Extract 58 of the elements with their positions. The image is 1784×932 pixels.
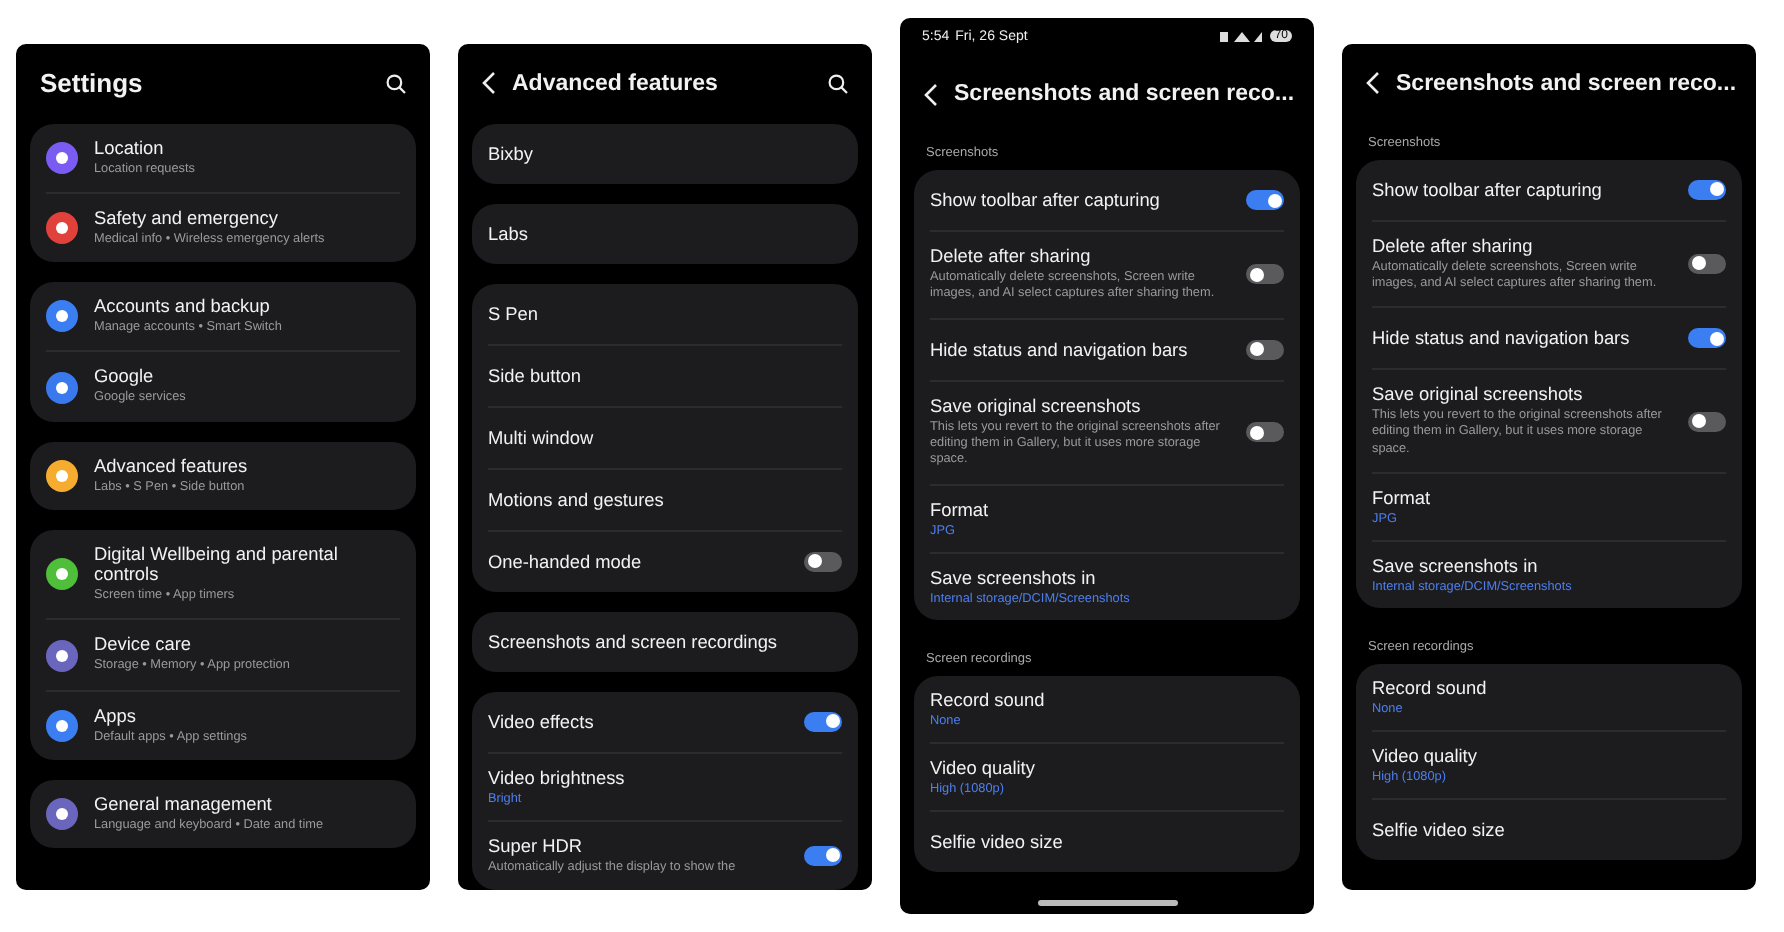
item-title[interactable]: General management: [94, 794, 400, 815]
toggle-switch[interactable]: [1246, 190, 1284, 210]
item-title[interactable]: Digital Wellbeing and parental controls: [94, 544, 400, 585]
toggle-switch[interactable]: [804, 711, 842, 731]
toggle-switch[interactable]: [804, 845, 842, 866]
item-title[interactable]: Delete after sharing: [930, 246, 1230, 266]
item-title[interactable]: Selfie video size: [930, 831, 1284, 852]
back-icon[interactable]: [482, 72, 496, 94]
item-title[interactable]: Multi window: [488, 427, 842, 447]
item-title[interactable]: Super HDR: [488, 835, 788, 855]
toggle-switch[interactable]: [1688, 328, 1726, 349]
toggle-switch[interactable]: [1688, 253, 1726, 274]
item-title[interactable]: Video quality: [930, 757, 1284, 778]
toggle-switch[interactable]: [1688, 179, 1726, 199]
item-title[interactable]: Side button: [488, 365, 842, 385]
item-title[interactable]: Motions and gestures: [488, 489, 842, 509]
item-title[interactable]: Safety and emergency: [94, 207, 400, 228]
item-title[interactable]: Screenshots and screen recordings: [488, 631, 842, 651]
item-title[interactable]: Format: [930, 499, 1284, 520]
item-title[interactable]: Record sound: [930, 689, 1284, 710]
item-title[interactable]: Save original screenshots: [1372, 384, 1672, 405]
item-title[interactable]: Record sound: [1372, 678, 1726, 699]
item-title[interactable]: Video brightness: [488, 767, 842, 787]
toggle-switch[interactable]: [804, 551, 842, 571]
back-icon[interactable]: [1366, 72, 1380, 94]
toggle-switch[interactable]: [1246, 264, 1284, 285]
item-title[interactable]: Save screenshots in: [1372, 556, 1726, 577]
item-title[interactable]: Show toolbar after capturing: [1372, 179, 1672, 199]
item-title[interactable]: Show toolbar after capturing: [930, 190, 1230, 210]
item-title[interactable]: Hide status and navigation bars: [1372, 328, 1672, 349]
item-title[interactable]: Video effects: [488, 711, 788, 731]
item-title[interactable]: Video quality: [1372, 746, 1726, 767]
search-icon[interactable]: [386, 73, 406, 93]
item-title[interactable]: Labs: [488, 223, 842, 243]
page-title: Settings: [40, 68, 145, 98]
item-title[interactable]: Location: [94, 137, 400, 157]
item-title[interactable]: Accounts and backup: [94, 296, 400, 317]
item-title[interactable]: Format: [1372, 488, 1726, 509]
item-title[interactable]: Bixby: [488, 143, 842, 163]
toggle-switch[interactable]: [1688, 411, 1726, 432]
back-icon[interactable]: [924, 83, 938, 105]
item-title[interactable]: S Pen: [488, 303, 842, 323]
item-title[interactable]: Delete after sharing: [1372, 235, 1672, 255]
item-title[interactable]: Google: [94, 366, 400, 387]
page-title: Advanced features: [512, 71, 720, 95]
page-title: Screenshots and screen reco...: [1396, 71, 1737, 95]
toggle-switch[interactable]: [1246, 422, 1284, 443]
item-title[interactable]: Save original screenshots: [930, 395, 1230, 416]
page-title: Screenshots and screen reco...: [954, 82, 1295, 106]
toggle-switch[interactable]: [1246, 339, 1284, 360]
item-title[interactable]: Hide status and navigation bars: [930, 339, 1230, 360]
item-title[interactable]: Selfie video size: [1372, 820, 1726, 841]
item-title[interactable]: One-handed mode: [488, 551, 788, 571]
search-icon[interactable]: [828, 73, 848, 93]
item-title[interactable]: Device care: [94, 634, 400, 655]
item-title[interactable]: Advanced features: [94, 455, 400, 476]
item-title[interactable]: Save screenshots in: [930, 567, 1284, 588]
item-title[interactable]: Apps: [94, 705, 400, 726]
